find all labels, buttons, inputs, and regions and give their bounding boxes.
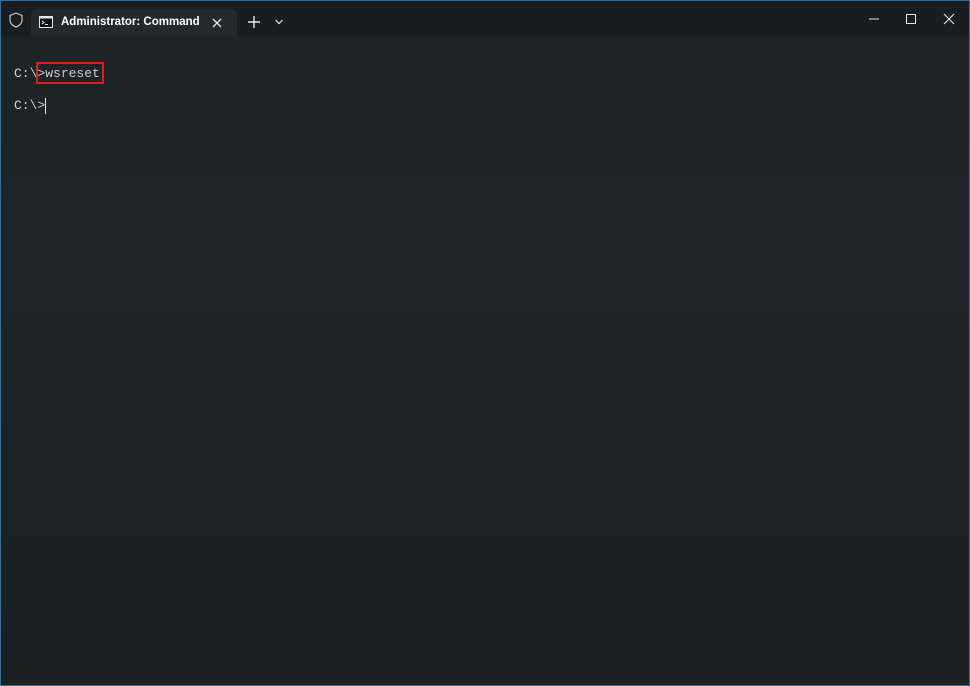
command-highlight-box — [36, 62, 104, 84]
chevron-down-icon[interactable] — [273, 16, 285, 28]
close-window-icon[interactable] — [926, 1, 970, 36]
close-icon[interactable] — [209, 15, 225, 31]
command-prompt-icon — [39, 16, 53, 28]
tab-command-prompt[interactable]: Administrator: Command Prompt — [31, 9, 237, 36]
plus-icon[interactable] — [246, 14, 262, 30]
shield-icon — [9, 12, 23, 28]
terminal-line: C:\> — [14, 98, 47, 114]
terminal-pane[interactable]: C:\>wsreset C:\> — [1, 36, 969, 685]
terminal-window: Administrator: Command Prompt C:\>wsrese… — [0, 0, 970, 686]
prompt-text: C:\> — [14, 98, 46, 113]
tab-title: Administrator: Command Prompt — [61, 16, 203, 28]
text-cursor — [45, 98, 47, 114]
title-bar[interactable]: Administrator: Command Prompt — [1, 1, 969, 36]
